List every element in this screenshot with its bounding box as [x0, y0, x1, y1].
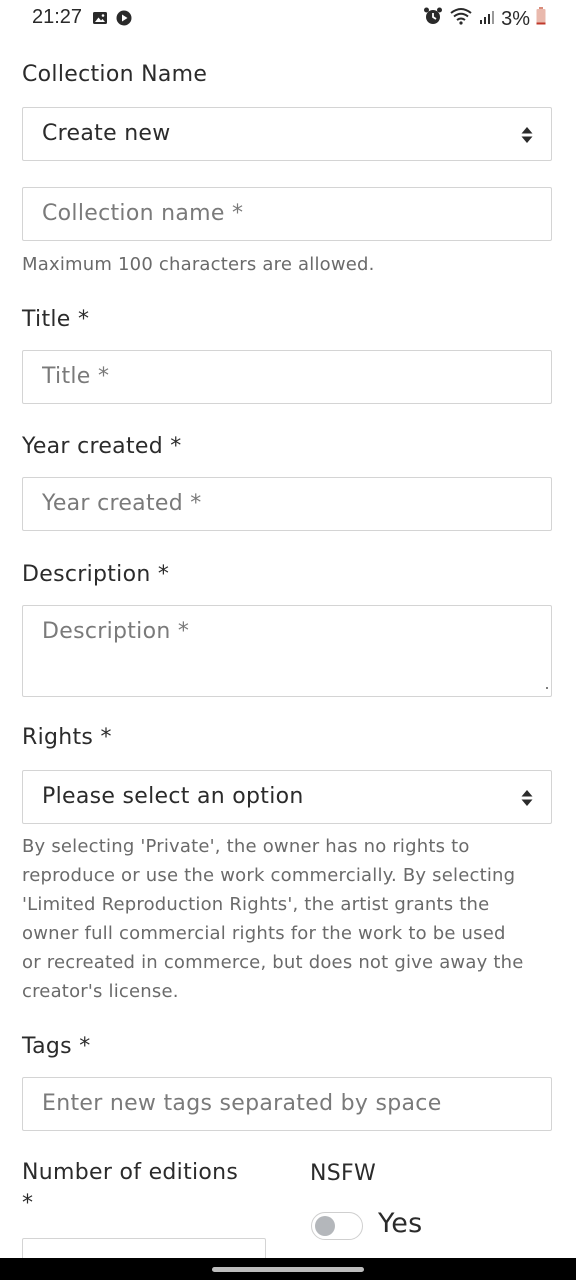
signal-icon [479, 8, 495, 31]
system-nav-bar [0, 1258, 576, 1280]
toggle-knob [315, 1216, 335, 1236]
select-caret-icon [521, 789, 533, 807]
image-icon [92, 9, 108, 32]
rights-help-line: By selecting 'Private', the owner has no… [22, 836, 470, 857]
tags-placeholder: Enter new tags separated by space [42, 1091, 442, 1116]
rights-help-line: or recreated in commerce, but does not g… [22, 952, 524, 973]
play-circle-icon [116, 9, 132, 32]
rights-help-line: 'Limited Reproduction Rights', the artis… [22, 894, 490, 915]
nsfw-toggle-label: Yes [378, 1208, 423, 1239]
title-input[interactable]: Title * [22, 350, 552, 404]
collection-name-placeholder: Collection name * [42, 201, 244, 226]
title-placeholder: Title * [42, 364, 110, 389]
tags-label: Tags * [22, 1034, 91, 1059]
battery-percent: 3% [501, 7, 530, 30]
rights-select[interactable]: Please select an option [22, 770, 552, 824]
status-time: 21:27 [32, 6, 83, 28]
collection-select-value: Create new [42, 121, 171, 146]
collection-select[interactable]: Create new [22, 107, 552, 161]
description-textarea[interactable]: Description * [22, 605, 552, 697]
resize-handle-icon[interactable] [545, 675, 549, 694]
editions-label: Number of editions * [22, 1160, 239, 1216]
rights-select-value: Please select an option [42, 784, 304, 809]
collection-name-input[interactable]: Collection name * [22, 187, 552, 241]
home-gesture-handle[interactable] [212, 1267, 364, 1272]
nsfw-toggle[interactable] [311, 1212, 363, 1240]
rights-help-line: owner full commercial rights for the wor… [22, 923, 506, 944]
title-label: Title * [22, 307, 90, 332]
select-caret-icon [521, 126, 533, 144]
tags-input[interactable]: Enter new tags separated by space [22, 1077, 552, 1131]
rights-help: By selecting 'Private', the owner has no… [22, 832, 524, 1006]
wifi-icon [449, 7, 473, 31]
alarm-icon [423, 6, 443, 32]
status-bar: 21:27 3% [0, 0, 576, 36]
year-created-placeholder: Year created * [42, 491, 202, 516]
collection-name-help: Maximum 100 characters are allowed. [22, 254, 375, 275]
year-created-label: Year created * [22, 434, 182, 459]
description-label: Description * [22, 562, 170, 587]
nsfw-label: NSFW [310, 1161, 377, 1186]
rights-help-line: reproduce or use the work commercially. … [22, 865, 516, 886]
battery-icon [536, 7, 546, 31]
year-created-input[interactable]: Year created * [22, 477, 552, 531]
description-placeholder: Description * [42, 619, 190, 644]
collection-name-label: Collection Name [22, 62, 208, 87]
rights-help-line: creator's license. [22, 981, 179, 1002]
rights-label: Rights * [22, 725, 112, 750]
